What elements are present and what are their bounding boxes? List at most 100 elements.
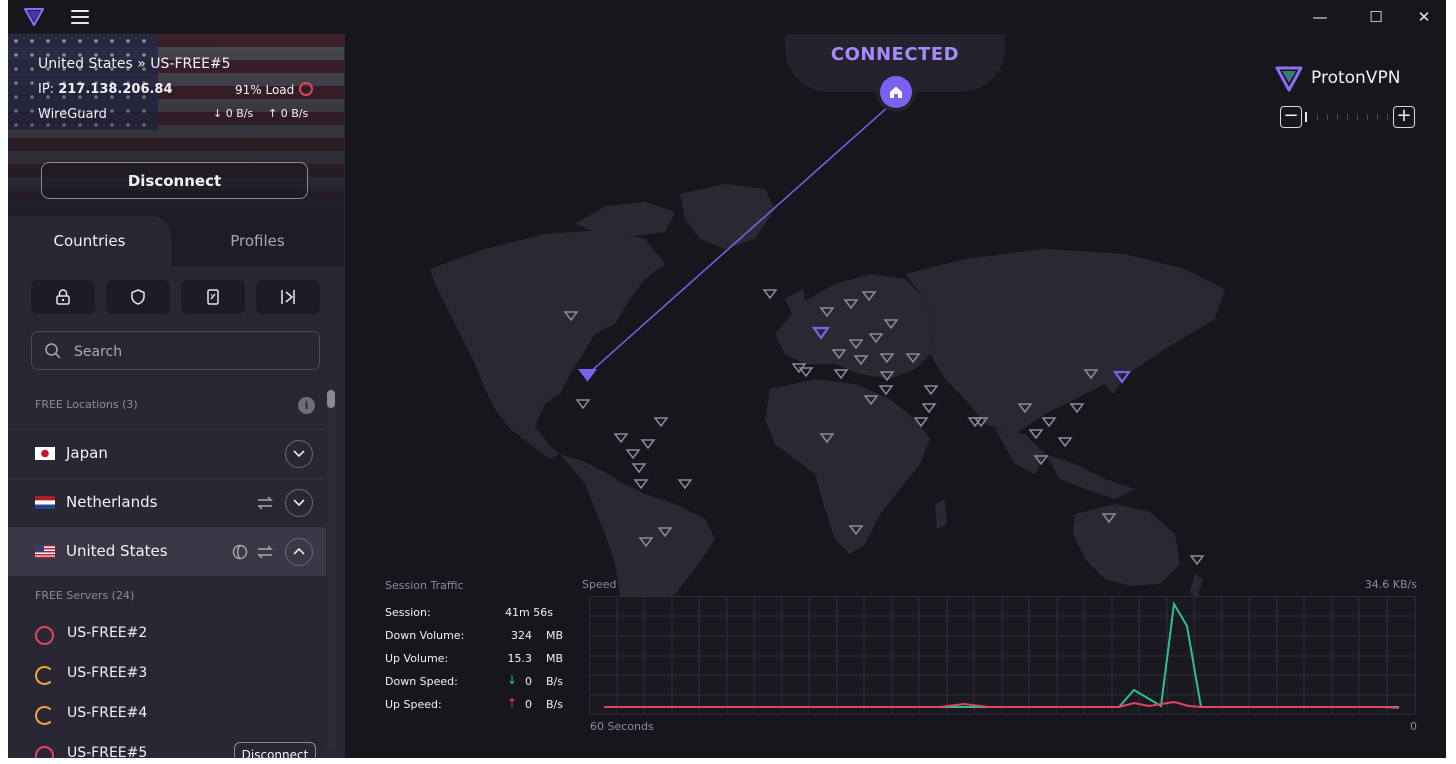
country-row-united-states[interactable]: United States	[8, 527, 326, 576]
info-icon[interactable]: i	[298, 397, 315, 414]
free-locations-label: FREE Locations (3)	[35, 398, 138, 411]
speed-chart	[589, 596, 1416, 715]
session-traffic-panel: Session Traffic Session: 41m 56s Down Vo…	[385, 574, 1425, 744]
download-rate-value: 0 B/s	[225, 107, 254, 120]
upload-rate: ↑ 0 B/s	[268, 107, 308, 120]
home-location-pin[interactable]	[880, 76, 912, 108]
japan-flag-icon	[35, 447, 55, 460]
filter-tor-button[interactable]	[256, 280, 320, 314]
upload-arrow-icon: ↑	[268, 107, 278, 120]
server-disconnect-button[interactable]: Disconnect	[234, 742, 316, 758]
netherlands-flag-icon	[35, 496, 55, 509]
speed-chart-x-start: 60 Seconds	[590, 720, 654, 733]
connected-location-marker-icon[interactable]	[578, 369, 597, 382]
load-indicator-icon	[35, 666, 54, 685]
search-input[interactable]	[72, 341, 306, 363]
filter-secure-core-button[interactable]	[31, 280, 95, 314]
load-indicator-icon	[35, 746, 54, 758]
shield-icon	[131, 289, 145, 305]
chevron-down-icon	[293, 450, 305, 458]
ip-row: IP: 217.138.206.84	[38, 82, 173, 97]
scrollbar-thumb[interactable]	[327, 390, 335, 408]
country-name: United States	[66, 542, 168, 560]
down-speed-unit: B/s	[546, 675, 563, 688]
load-indicator-icon	[35, 706, 54, 725]
server-name: US-FREE#5	[67, 745, 148, 758]
connection-panel: United States » US-FREE#5 IP: 217.138.20…	[8, 34, 344, 216]
connection-status: CONNECTED	[830, 44, 960, 65]
search-icon	[45, 343, 61, 359]
scrollbar[interactable]	[327, 390, 335, 750]
chevron-up-icon	[293, 547, 305, 555]
session-traffic-title: Session Traffic	[385, 579, 464, 592]
load-indicator-icon	[299, 82, 313, 96]
server-name: US-FREE#2	[67, 625, 148, 641]
chevron-down-icon	[293, 499, 305, 507]
server-load: 91% Load	[235, 83, 295, 97]
p2p-arrows-icon	[257, 496, 273, 510]
tor-onion-icon	[232, 544, 248, 560]
server-name: US-FREE#4	[67, 705, 148, 721]
download-rate: ↓ 0 B/s	[213, 107, 253, 120]
zoom-in-button[interactable]: +	[1393, 106, 1415, 128]
up-volume-unit: MB	[546, 652, 564, 665]
lock-icon	[56, 289, 70, 305]
close-button[interactable]: ✕	[1404, 6, 1444, 28]
map-area: CONNECTED ProtonVPN − + Session Traffic …	[345, 34, 1446, 758]
server-row[interactable]: US-FREE#3	[8, 656, 326, 696]
free-servers-label: FREE Servers (24)	[35, 589, 135, 602]
home-icon	[890, 86, 902, 98]
collapse-button[interactable]	[285, 538, 313, 566]
filter-netshield-button[interactable]	[106, 280, 170, 314]
expand-button[interactable]	[285, 440, 313, 468]
country-row-japan[interactable]: Japan	[8, 429, 326, 478]
up-volume-value: 15.3	[507, 652, 533, 665]
title-bar: — ☐ ✕	[8, 0, 1446, 34]
server-name: US-FREE#3	[67, 665, 148, 681]
protocol: WireGuard	[38, 107, 107, 122]
up-speed-unit: B/s	[546, 698, 563, 711]
download-arrow-icon: ↓	[213, 107, 223, 120]
speed-chart-title: Speed	[582, 578, 617, 591]
tor-icon	[281, 290, 295, 304]
protonvpn-logo-icon	[23, 7, 45, 30]
server-path: United States » US-FREE#5	[38, 56, 231, 72]
search-box	[31, 331, 320, 370]
country-name: Japan	[66, 444, 108, 462]
brand-name: ProtonVPN	[1311, 68, 1401, 88]
country-row-netherlands[interactable]: Netherlands	[8, 478, 326, 527]
disconnect-button[interactable]: Disconnect	[41, 162, 308, 199]
maximize-button[interactable]: ☐	[1356, 6, 1396, 28]
sidebar: United States » US-FREE#5 IP: 217.138.20…	[8, 34, 344, 758]
down-volume-value: 324	[511, 629, 532, 642]
tab-profiles[interactable]: Profiles	[171, 216, 344, 266]
load-indicator-icon	[35, 626, 54, 645]
minimize-button[interactable]: —	[1300, 6, 1340, 28]
hamburger-menu-icon[interactable]	[71, 10, 89, 24]
server-row[interactable]: US-FREE#2	[8, 616, 326, 656]
down-volume-label: Down Volume:	[385, 629, 465, 642]
speed-chart-x-end: 0	[1410, 720, 1417, 733]
p2p-icon	[207, 289, 219, 305]
country-name: Netherlands	[66, 493, 158, 511]
down-speed-value: 0	[525, 675, 532, 688]
filter-p2p-button[interactable]	[181, 280, 245, 314]
countries-panel: FREE Locations (3) i Japan Netherlands	[8, 266, 344, 758]
down-volume-unit: MB	[546, 629, 564, 642]
up-speed-value: 0	[525, 698, 532, 711]
session-duration: 41m 56s	[505, 606, 553, 619]
p2p-arrows-icon	[257, 545, 273, 559]
us-flag-icon	[35, 545, 55, 558]
expand-button[interactable]	[285, 489, 313, 517]
up-volume-label: Up Volume:	[385, 652, 449, 665]
tab-countries[interactable]: Countries	[8, 216, 171, 266]
ip-label: IP:	[38, 82, 55, 97]
zoom-out-button[interactable]: −	[1280, 106, 1302, 128]
protonvpn-logo-icon	[1275, 66, 1303, 92]
server-row[interactable]: US-FREE#5 Disconnect	[8, 736, 326, 758]
server-row[interactable]: US-FREE#4	[8, 696, 326, 736]
down-speed-label: Down Speed:	[385, 675, 458, 688]
up-speed-label: Up Speed:	[385, 698, 442, 711]
session-label: Session:	[385, 606, 431, 619]
zoom-slider[interactable]	[1305, 112, 1389, 122]
